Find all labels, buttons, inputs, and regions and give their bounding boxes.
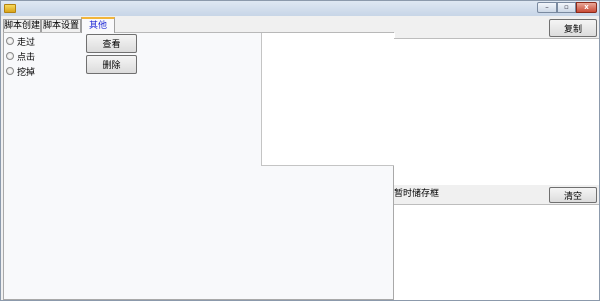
preview-box (261, 33, 395, 166)
app-window: – ▫ x 脚本创建 脚本设置 其他 走过 点击 挖掉 查看 删除 复制 暂时储… (0, 0, 600, 301)
title-bar[interactable]: – ▫ x (1, 1, 599, 16)
minimize-icon: – (545, 3, 549, 11)
view-button[interactable]: 查看 (86, 34, 137, 53)
radio-click[interactable]: 点击 (6, 50, 36, 63)
tab-strip: 脚本创建 脚本设置 其他 (3, 17, 203, 33)
output-textbox[interactable] (394, 38, 599, 185)
copy-button[interactable]: 复制 (549, 19, 597, 37)
temp-storage-label: 暂时储存框 (394, 189, 440, 199)
close-button[interactable]: x (576, 2, 597, 13)
minimize-button[interactable]: – (537, 2, 557, 13)
temp-storage-textbox[interactable] (394, 204, 599, 300)
radio-walk[interactable]: 走过 (6, 35, 36, 48)
delete-button[interactable]: 删除 (86, 55, 137, 74)
tab-script-settings[interactable]: 脚本设置 (41, 19, 81, 32)
radio-label: 挖掉 (17, 67, 36, 78)
maximize-icon: ▫ (564, 3, 569, 11)
radio-dig[interactable]: 挖掉 (6, 65, 36, 78)
radio-circle-icon[interactable] (6, 52, 14, 60)
clear-button[interactable]: 清空 (549, 187, 597, 203)
app-icon (4, 4, 16, 13)
maximize-button[interactable]: ▫ (557, 2, 576, 13)
radio-label: 走过 (17, 37, 36, 48)
radio-label: 点击 (17, 52, 36, 63)
tab-script-create[interactable]: 脚本创建 (3, 19, 41, 32)
radio-circle-icon[interactable] (6, 67, 14, 75)
close-icon: x (584, 3, 589, 11)
tab-panel-other: 走过 点击 挖掉 查看 删除 (3, 32, 395, 300)
tab-other[interactable]: 其他 (81, 17, 115, 33)
radio-circle-icon[interactable] (6, 37, 14, 45)
